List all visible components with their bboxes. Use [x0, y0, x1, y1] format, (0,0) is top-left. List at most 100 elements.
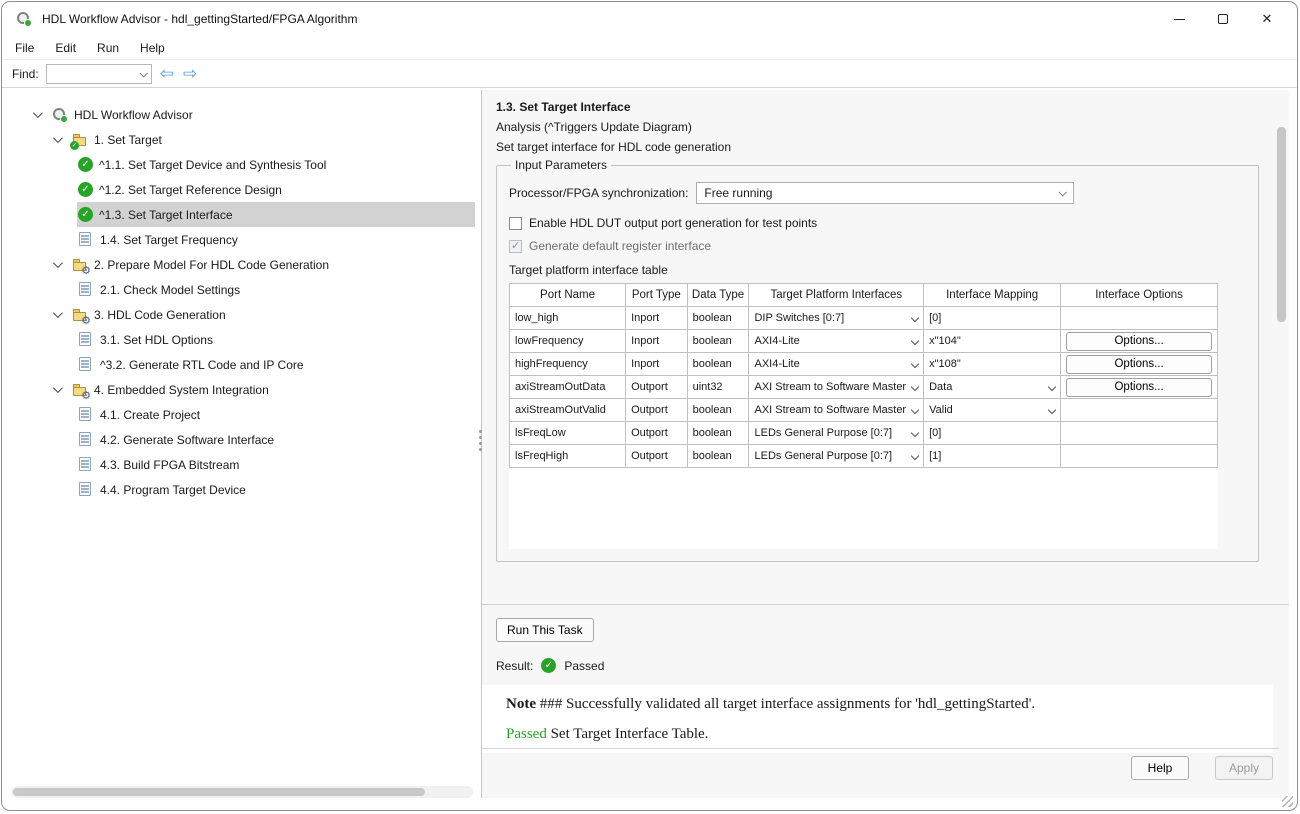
menu-help[interactable]: Help — [140, 41, 165, 55]
port-name-cell: lsFreqHigh — [510, 445, 626, 468]
options-button[interactable]: Options... — [1066, 355, 1212, 374]
chevron-down-icon — [1048, 383, 1056, 391]
sync-row: Processor/FPGA synchronization: Free run… — [509, 182, 1246, 204]
col-header-port-type: Port Type — [626, 284, 688, 307]
tree-item[interactable]: HDL Workflow Advisor — [11, 102, 481, 127]
chevron-down-icon[interactable] — [53, 311, 71, 318]
menu-run[interactable]: Run — [97, 41, 119, 55]
options-button[interactable]: Options... — [1066, 378, 1212, 397]
target-platform-interface-dropdown[interactable]: AXI Stream to Software Master — [749, 399, 924, 422]
title-bar: HDL Workflow Advisor - hdl_gettingStarte… — [2, 2, 1297, 36]
interface-table-row: axiStreamOutValidOutportbooleanAXI Strea… — [510, 399, 1218, 422]
tree-item[interactable]: ^1.2. Set Target Reference Design — [11, 177, 481, 202]
port-type-cell: Inport — [626, 353, 688, 376]
window-resize-grip[interactable] — [1282, 796, 1293, 807]
target-platform-interface-dropdown[interactable]: AXI Stream to Software Master — [749, 376, 924, 399]
tree-item[interactable]: 1.4. Set Target Frequency — [11, 227, 481, 252]
table-header-row: Port Name Port Type Data Type Target Pla… — [510, 284, 1218, 307]
tree-item[interactable]: 4.1. Create Project — [11, 402, 481, 427]
task-icon — [78, 407, 94, 423]
interface-table-row: lsFreqHighOutportbooleanLEDs General Pur… — [510, 445, 1218, 468]
tree-item-label: 4.2. Generate Software Interface — [100, 433, 274, 447]
chevron-down-icon — [911, 429, 919, 437]
tree-item-label: 2.1. Check Model Settings — [100, 283, 240, 297]
data-type-cell: boolean — [687, 422, 749, 445]
tree-item[interactable]: ^1.1. Set Target Device and Synthesis To… — [11, 152, 481, 177]
data-type-cell: boolean — [687, 307, 749, 330]
processor-fpga-sync-select[interactable]: Free running — [696, 182, 1074, 204]
chevron-down-icon — [911, 452, 919, 460]
port-name-cell: highFrequency — [510, 353, 626, 376]
tree-item[interactable]: 4.4. Program Target Device — [11, 477, 481, 502]
horizontal-scrollbar[interactable] — [11, 786, 473, 798]
minimize-button[interactable] — [1157, 4, 1201, 34]
tree-item[interactable]: 3. HDL Code Generation — [11, 302, 481, 327]
tree-item-body: ^1.2. Set Target Reference Design — [77, 177, 290, 202]
tree-item-label: 4.1. Create Project — [100, 408, 200, 422]
tree-item[interactable]: 4.3. Build FPGA Bitstream — [11, 452, 481, 477]
port-type-cell: Outport — [626, 445, 688, 468]
test-points-checkbox[interactable] — [509, 217, 522, 230]
menu-file[interactable]: File — [15, 41, 34, 55]
interface-table-label: Target platform interface table — [509, 263, 1246, 277]
help-button[interactable]: Help — [1131, 756, 1189, 780]
task-icon — [78, 282, 94, 298]
app-window: HDL Workflow Advisor - hdl_gettingStarte… — [1, 1, 1298, 811]
target-platform-interface-dropdown[interactable]: AXI4-Lite — [749, 330, 924, 353]
target-platform-interface-dropdown[interactable]: AXI4-Lite — [749, 353, 924, 376]
close-button[interactable] — [1245, 4, 1289, 34]
passed-check-icon — [541, 658, 556, 673]
tree-item[interactable]: ^1.3. Set Target Interface — [11, 202, 481, 227]
tree-item-label: 3.1. Set HDL Options — [100, 333, 213, 347]
tree-item[interactable]: 1. Set Target — [11, 127, 481, 152]
port-name-cell: axiStreamOutData — [510, 376, 626, 399]
data-type-cell: boolean — [687, 330, 749, 353]
interface-table-row: highFrequencyInportbooleanAXI4-Litex"108… — [510, 353, 1218, 376]
options-button[interactable]: Options... — [1066, 332, 1212, 351]
port-name-cell: axiStreamOutValid — [510, 399, 626, 422]
group-title: Input Parameters — [511, 158, 611, 172]
tree-item-label: 4. Embedded System Integration — [94, 383, 269, 397]
run-this-task-button[interactable]: Run This Task — [496, 618, 594, 642]
target-platform-interface-dropdown[interactable]: LEDs General Purpose [0:7] — [749, 445, 924, 468]
interface-mapping-dropdown[interactable]: Data — [924, 376, 1061, 399]
find-previous-button[interactable] — [159, 65, 175, 82]
chevron-down-icon[interactable] — [33, 111, 51, 118]
tree-item-body: 4.2. Generate Software Interface — [77, 427, 282, 452]
find-input[interactable] — [46, 64, 152, 84]
tree-item[interactable]: 4.2. Generate Software Interface — [11, 427, 481, 452]
tree-item[interactable]: 3.1. Set HDL Options — [11, 327, 481, 352]
find-next-button[interactable] — [182, 65, 198, 82]
tree-item-label: 3. HDL Code Generation — [94, 308, 226, 322]
vertical-scrollbar-thumb[interactable] — [1277, 127, 1286, 322]
bottom-divider — [482, 748, 1279, 749]
chevron-down-icon[interactable] — [53, 386, 71, 393]
test-points-label: Enable HDL DUT output port generation fo… — [529, 216, 817, 230]
apply-button: Apply — [1215, 756, 1273, 780]
find-toolbar: Find: — [2, 60, 1297, 88]
chevron-down-icon[interactable] — [53, 261, 71, 268]
task-icon — [78, 457, 94, 473]
passed-line: Passed Set Target Interface Table. — [506, 725, 1263, 743]
interface-options-cell — [1061, 399, 1218, 422]
interface-mapping-dropdown[interactable]: Valid — [924, 399, 1061, 422]
target-platform-interface-dropdown[interactable]: LEDs General Purpose [0:7] — [749, 422, 924, 445]
maximize-button[interactable] — [1201, 4, 1245, 34]
interface-mapping-cell: [0] — [924, 422, 1061, 445]
note-line: Note ### Successfully validated all targ… — [506, 695, 1263, 713]
tree-item[interactable]: ^3.2. Generate RTL Code and IP Core — [11, 352, 481, 377]
interface-options-cell: Options... — [1061, 376, 1218, 399]
menu-edit[interactable]: Edit — [55, 41, 76, 55]
tree-item-body: 1. Set Target — [71, 127, 170, 152]
tree-item-body: 4.3. Build FPGA Bitstream — [77, 452, 247, 477]
tree-item[interactable]: 4. Embedded System Integration — [11, 377, 481, 402]
tree-item[interactable]: 2.1. Check Model Settings — [11, 277, 481, 302]
interface-mapping-cell: [1] — [924, 445, 1061, 468]
target-platform-interface-dropdown[interactable]: DIP Switches [0:7] — [749, 307, 924, 330]
chevron-down-icon[interactable] — [53, 136, 71, 143]
horizontal-scrollbar-thumb[interactable] — [13, 788, 425, 796]
tree-item-body: ^3.2. Generate RTL Code and IP Core — [77, 352, 312, 377]
col-header-interfaces: Target Platform Interfaces — [749, 284, 924, 307]
passed-text: Set Target Interface Table. — [551, 726, 709, 742]
tree-item[interactable]: 2. Prepare Model For HDL Code Generation — [11, 252, 481, 277]
